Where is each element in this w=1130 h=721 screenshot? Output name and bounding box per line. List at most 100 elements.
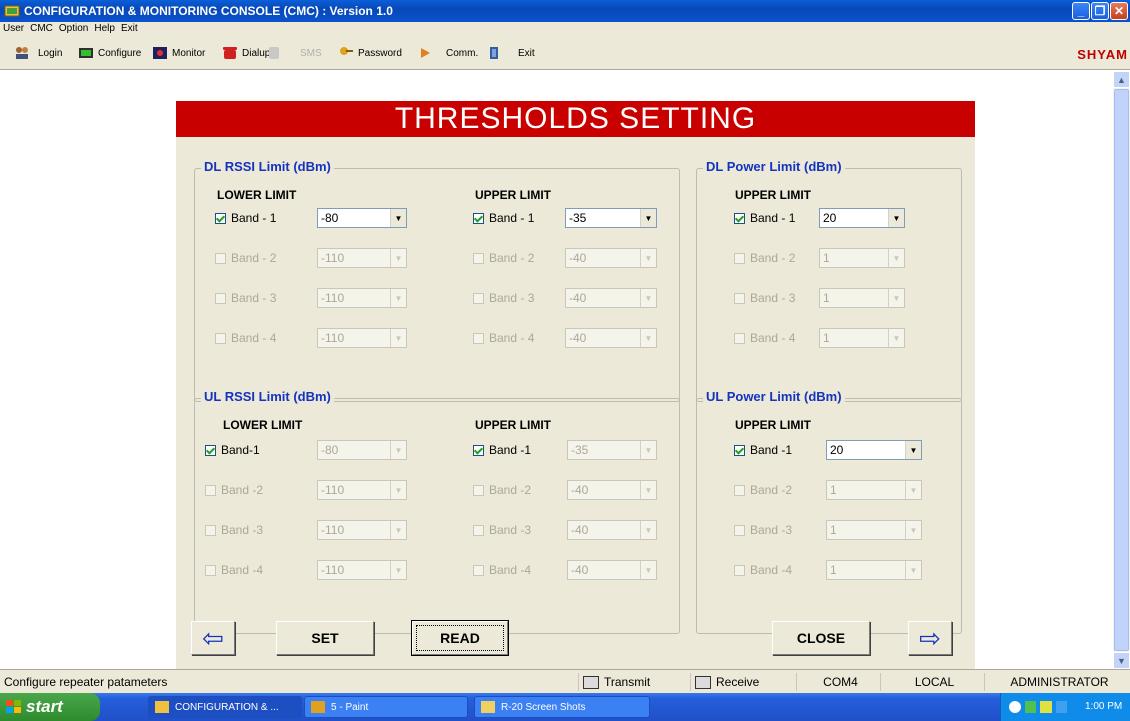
vertical-scrollbar[interactable]: ▲ ▼ — [1113, 71, 1130, 669]
next-arrow-button[interactable]: ⇨ — [908, 621, 952, 655]
menu-exit[interactable]: Exit — [118, 22, 141, 36]
dropdown-arrow-icon[interactable]: ▼ — [640, 329, 656, 347]
dropdown-arrow-icon[interactable]: ▼ — [640, 561, 656, 579]
scroll-down-icon[interactable]: ▼ — [1113, 652, 1130, 669]
dl-rssi-lower-band-1-select[interactable]: -80 ▼ — [317, 208, 407, 228]
dl-power-upper-band-2-checkbox[interactable]: Band - 2 — [734, 248, 795, 268]
dropdown-arrow-icon[interactable]: ▼ — [905, 441, 921, 459]
ul-rssi-lower-band-1-checkbox[interactable]: Band-1 — [205, 440, 260, 460]
dl-rssi-lower-band-2-checkbox[interactable]: Band - 2 — [215, 248, 276, 268]
close-window-button[interactable]: ✕ — [1110, 2, 1128, 20]
ul-rssi-lower-band-1-select[interactable]: -80 ▼ — [317, 440, 407, 460]
ul-power-upper-band-2-select[interactable]: 1 ▼ — [826, 480, 922, 500]
ul-rssi-lower-band-2-select[interactable]: -110 ▼ — [317, 480, 407, 500]
dropdown-arrow-icon[interactable]: ▼ — [390, 441, 406, 459]
ul-rssi-lower-band-4-checkbox[interactable]: Band -4 — [205, 560, 263, 580]
dropdown-arrow-icon[interactable]: ▼ — [888, 209, 904, 227]
toolbar-login-icon-wrap[interactable] — [14, 45, 34, 61]
dl-power-upper-band-1-select[interactable]: 20 ▼ — [819, 208, 905, 228]
dialup-button[interactable]: Dialup — [222, 45, 270, 61]
comm-button[interactable]: Comm. — [418, 45, 478, 61]
password-button[interactable]: Password — [338, 45, 402, 61]
exit-button[interactable]: Exit — [486, 45, 535, 61]
ul-rssi-upper-band-2-checkbox[interactable]: Band -2 — [473, 480, 531, 500]
dl-rssi-upper-band-2-checkbox[interactable]: Band - 2 — [473, 248, 534, 268]
dl-rssi-upper-band-4-checkbox[interactable]: Band - 4 — [473, 328, 534, 348]
dl-rssi-lower-band-2-select[interactable]: -110 ▼ — [317, 248, 407, 268]
dl-rssi-lower-band-4-checkbox[interactable]: Band - 4 — [215, 328, 276, 348]
read-button[interactable]: READ — [412, 621, 508, 655]
login-button[interactable]: Login — [38, 45, 62, 61]
start-button[interactable]: start — [0, 693, 100, 721]
menu-help[interactable]: Help — [91, 22, 118, 36]
tray-volume-icon[interactable] — [1040, 701, 1052, 713]
ul-rssi-upper-band-4-select[interactable]: -40 ▼ — [567, 560, 657, 580]
ul-rssi-lower-band-3-checkbox[interactable]: Band -3 — [205, 520, 263, 540]
dropdown-arrow-icon[interactable]: ▼ — [905, 561, 921, 579]
ul-rssi-lower-band-3-select[interactable]: -110 ▼ — [317, 520, 407, 540]
dropdown-arrow-icon[interactable]: ▼ — [888, 249, 904, 267]
task-cmc[interactable]: CONFIGURATION & ... — [148, 696, 302, 718]
ul-power-upper-band-2-checkbox[interactable]: Band -2 — [734, 480, 792, 500]
dl-rssi-upper-band-3-checkbox[interactable]: Band - 3 — [473, 288, 534, 308]
dl-rssi-lower-band-3-select[interactable]: -110 ▼ — [317, 288, 407, 308]
tray-app-icon[interactable] — [1055, 701, 1067, 713]
dropdown-arrow-icon[interactable]: ▼ — [640, 441, 656, 459]
menu-user[interactable]: User — [0, 22, 27, 36]
task-paint[interactable]: 5 - Paint — [304, 696, 468, 718]
maximize-button[interactable]: ❐ — [1091, 2, 1109, 20]
minimize-button[interactable]: _ — [1072, 2, 1090, 20]
dl-power-upper-band-2-select[interactable]: 1 ▼ — [819, 248, 905, 268]
dl-rssi-upper-band-2-select[interactable]: -40 ▼ — [565, 248, 657, 268]
dropdown-arrow-icon[interactable]: ▼ — [390, 521, 406, 539]
dropdown-arrow-icon[interactable]: ▼ — [640, 481, 656, 499]
dl-rssi-upper-band-4-select[interactable]: -40 ▼ — [565, 328, 657, 348]
tray-network-icon[interactable] — [1024, 701, 1036, 713]
dropdown-arrow-icon[interactable]: ▼ — [390, 209, 406, 227]
sms-button[interactable]: SMS — [266, 45, 322, 61]
ul-power-upper-band-4-select[interactable]: 1 ▼ — [826, 560, 922, 580]
dl-power-upper-band-4-select[interactable]: 1 ▼ — [819, 328, 905, 348]
back-arrow-button[interactable]: ⇦ — [191, 621, 235, 655]
dropdown-arrow-icon[interactable]: ▼ — [390, 249, 406, 267]
ul-power-upper-band-3-select[interactable]: 1 ▼ — [826, 520, 922, 540]
ul-power-upper-band-3-checkbox[interactable]: Band -3 — [734, 520, 792, 540]
dl-power-upper-band-4-checkbox[interactable]: Band - 4 — [734, 328, 795, 348]
menu-option[interactable]: Option — [56, 22, 91, 36]
dropdown-arrow-icon[interactable]: ▼ — [390, 561, 406, 579]
dropdown-arrow-icon[interactable]: ▼ — [640, 249, 656, 267]
ul-rssi-upper-band-4-checkbox[interactable]: Band -4 — [473, 560, 531, 580]
ul-rssi-upper-band-1-select[interactable]: -35 ▼ — [567, 440, 657, 460]
close-button[interactable]: CLOSE — [772, 621, 870, 655]
set-button[interactable]: SET — [276, 621, 374, 655]
ul-rssi-upper-band-3-select[interactable]: -40 ▼ — [567, 520, 657, 540]
monitor-button[interactable]: Monitor — [152, 45, 205, 61]
ul-power-upper-band-1-checkbox[interactable]: Band -1 — [734, 440, 792, 460]
dl-rssi-upper-band-3-select[interactable]: -40 ▼ — [565, 288, 657, 308]
ul-power-upper-band-4-checkbox[interactable]: Band -4 — [734, 560, 792, 580]
dl-rssi-upper-band-1-checkbox[interactable]: Band - 1 — [473, 208, 534, 228]
dl-rssi-lower-band-3-checkbox[interactable]: Band - 3 — [215, 288, 276, 308]
dropdown-arrow-icon[interactable]: ▼ — [888, 289, 904, 307]
dropdown-arrow-icon[interactable]: ▼ — [888, 329, 904, 347]
tray-chevron-icon[interactable] — [1009, 701, 1021, 713]
ul-rssi-upper-band-3-checkbox[interactable]: Band -3 — [473, 520, 531, 540]
dropdown-arrow-icon[interactable]: ▼ — [390, 289, 406, 307]
dl-power-upper-band-1-checkbox[interactable]: Band - 1 — [734, 208, 795, 228]
dropdown-arrow-icon[interactable]: ▼ — [390, 329, 406, 347]
dropdown-arrow-icon[interactable]: ▼ — [390, 481, 406, 499]
ul-rssi-lower-band-4-select[interactable]: -110 ▼ — [317, 560, 407, 580]
ul-power-upper-band-1-select[interactable]: 20 ▼ — [826, 440, 922, 460]
dl-rssi-upper-band-1-select[interactable]: -35 ▼ — [565, 208, 657, 228]
dropdown-arrow-icon[interactable]: ▼ — [905, 521, 921, 539]
scroll-up-icon[interactable]: ▲ — [1113, 71, 1130, 88]
dropdown-arrow-icon[interactable]: ▼ — [640, 289, 656, 307]
ul-rssi-lower-band-2-checkbox[interactable]: Band -2 — [205, 480, 263, 500]
dl-rssi-lower-band-4-select[interactable]: -110 ▼ — [317, 328, 407, 348]
dl-rssi-lower-band-1-checkbox[interactable]: Band - 1 — [215, 208, 276, 228]
ul-rssi-upper-band-2-select[interactable]: -40 ▼ — [567, 480, 657, 500]
dl-power-upper-band-3-checkbox[interactable]: Band - 3 — [734, 288, 795, 308]
dropdown-arrow-icon[interactable]: ▼ — [905, 481, 921, 499]
task-folder[interactable]: R-20 Screen Shots — [474, 696, 650, 718]
menu-cmc[interactable]: CMC — [27, 22, 56, 36]
